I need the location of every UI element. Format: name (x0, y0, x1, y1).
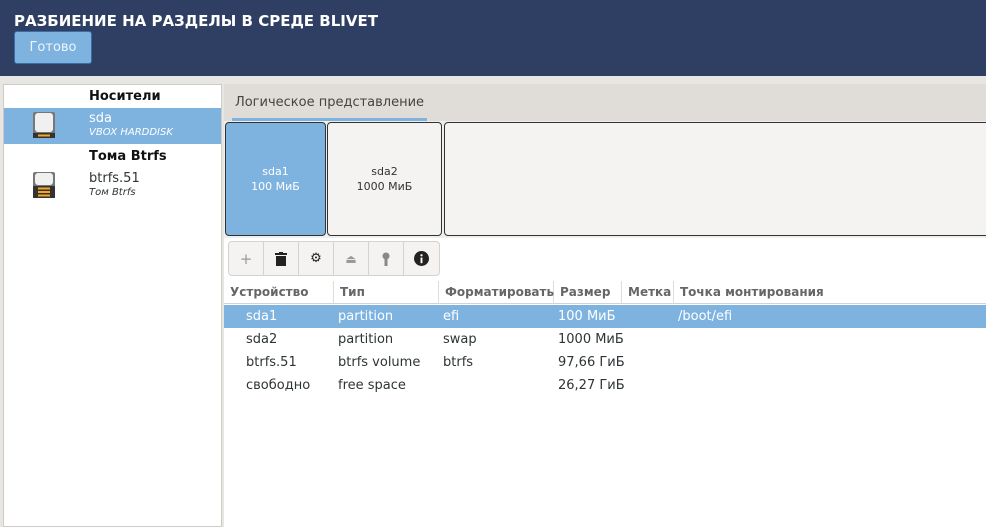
column-header-label[interactable]: Метка (622, 281, 674, 304)
decrypt-icon (382, 252, 390, 266)
settings-button[interactable]: ⚙ (299, 242, 334, 275)
group-label-btrfs: Тома Btrfs (89, 149, 167, 164)
table-row[interactable]: sda2 partition swap 1000 МиБ (224, 328, 986, 351)
partition-map: sda1 100 МиБ sda2 1000 МиБ (224, 121, 986, 238)
tab-logical-view[interactable]: Логическое представление (232, 84, 427, 121)
table-cell: sda1 (246, 309, 278, 324)
partition-name: sda1 (262, 165, 289, 178)
page-title: РАЗБИЕНИЕ НА РАЗДЕЛЫ В СРЕДЕ BLIVET (14, 12, 378, 30)
device-name: sda (89, 111, 112, 126)
partition-size: 1000 МиБ (356, 180, 413, 193)
delete-icon (275, 251, 287, 266)
table-cell: partition (338, 309, 394, 324)
column-header-size[interactable]: Размер (554, 281, 622, 304)
tab-bar: Логическое представление (224, 84, 986, 121)
partition-size: 100 МиБ (251, 180, 300, 193)
decrypt-button[interactable] (369, 242, 404, 275)
action-toolbar: + ⚙ ⏏ (228, 241, 440, 276)
table-cell: 100 МиБ (558, 309, 616, 324)
sidebar-device-btrfs[interactable]: btrfs.51 Том Btrfs (4, 168, 221, 204)
partition-block-btrfs[interactable] (444, 122, 986, 236)
table-cell: btrfs volume (338, 355, 421, 370)
table-cell: btrfs.51 (246, 355, 297, 370)
btrfs-volume-icon (33, 172, 55, 198)
table-cell: btrfs (443, 355, 474, 370)
column-header-type[interactable]: Тип (334, 281, 439, 304)
table-cell: 97,66 ГиБ (558, 355, 625, 370)
info-button[interactable] (404, 242, 439, 275)
group-label-disks: Носители (89, 89, 161, 104)
table-row[interactable]: свободно free space 26,27 ГиБ (224, 374, 986, 397)
add-icon: + (239, 249, 253, 268)
table-cell: efi (443, 309, 460, 324)
table-cell: свободно (246, 378, 311, 393)
table-cell: swap (443, 332, 477, 347)
unmount-icon: ⏏ (345, 251, 357, 266)
table-cell: /boot/efi (678, 309, 733, 324)
device-subtitle: Том Btrfs (89, 187, 136, 198)
column-header-format[interactable]: Форматировать (439, 281, 554, 304)
header-bar: РАЗБИЕНИЕ НА РАЗДЕЛЫ В СРЕДЕ BLIVET Гото… (0, 0, 986, 76)
table-row[interactable]: btrfs.51 btrfs volume btrfs 97,66 ГиБ (224, 351, 986, 374)
delete-button[interactable] (264, 242, 299, 275)
sidebar-device-sda[interactable]: sda VBOX HARDDISK (4, 108, 221, 144)
table-row[interactable]: sda1 partition efi 100 МиБ/boot/efi (224, 305, 986, 328)
table-cell: sda2 (246, 332, 278, 347)
settings-icon: ⚙ (310, 251, 322, 266)
add-button[interactable]: + (229, 242, 264, 275)
device-subtitle: VBOX HARDDISK (89, 127, 173, 138)
partition-name: sda2 (371, 165, 398, 178)
table-header: Устройство Тип Форматировать Размер Метк… (224, 281, 986, 304)
device-name: btrfs.51 (89, 171, 140, 186)
table-cell: 26,27 ГиБ (558, 378, 625, 393)
column-header-device[interactable]: Устройство (224, 281, 334, 304)
main-panel: Логическое представление sda1 100 МиБ sd… (224, 84, 986, 527)
table-cell: 1000 МиБ (558, 332, 624, 347)
partition-block-sda2[interactable]: sda2 1000 МиБ (327, 122, 442, 236)
done-button[interactable]: Готово (14, 31, 92, 64)
table-cell: partition (338, 332, 394, 347)
column-header-mountpoint[interactable]: Точка монтирования (674, 281, 986, 304)
unmount-button[interactable]: ⏏ (334, 242, 369, 275)
device-sidebar: Носители sda VBOX HARDDISK Тома Btrfs bt… (3, 84, 222, 527)
partition-block-sda1[interactable]: sda1 100 МиБ (225, 122, 326, 236)
info-icon (414, 251, 429, 266)
harddisk-icon (33, 112, 55, 138)
table-cell: free space (338, 378, 406, 393)
